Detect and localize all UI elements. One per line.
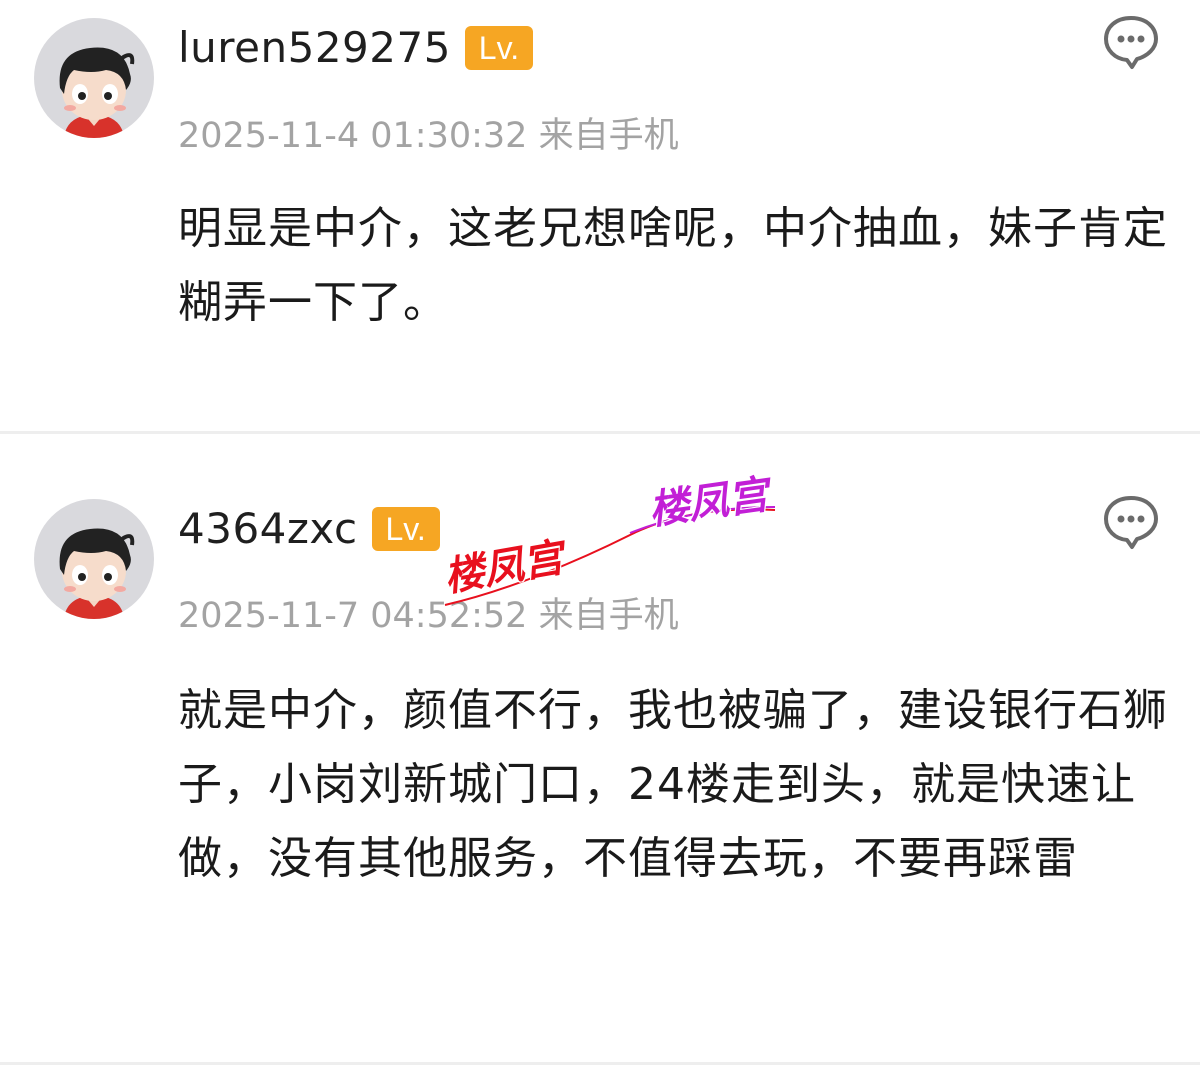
comment-timestamp: 2025-11-4 01:30:32 来自手机 (178, 116, 679, 156)
comment-bubble-icon (1104, 496, 1158, 549)
avatar[interactable] (34, 499, 154, 619)
comment-timestamp: 2025-11-7 04:52:52 来自手机 (178, 596, 679, 636)
reply-button[interactable] (1102, 494, 1160, 550)
comment-text: 就是中介，颜值不行，我也被骗了，建设银行石狮子，小岗刘新城门口，24楼走到头，就… (178, 685, 1168, 884)
avatar-icon (34, 18, 154, 138)
username[interactable]: 4364zxc (178, 504, 358, 554)
avatar-icon (34, 499, 154, 619)
level-badge: Lv. (464, 26, 533, 70)
username[interactable]: luren529275 (178, 23, 451, 73)
divider (0, 1062, 1200, 1065)
user-row: luren529275 Lv. (178, 23, 533, 73)
comment-item: 4364zxc Lv. 2025-11-7 04:52:52 来自手机 就是中介… (0, 434, 1200, 1064)
level-badge: Lv. (371, 507, 440, 551)
comment-item: luren529275 Lv. 2025-11-4 01:30:32 来自手机 … (0, 0, 1200, 432)
reply-button[interactable] (1102, 14, 1160, 70)
comment-text: 明显是中介，这老兄想啥呢，中介抽血，妹子肯定糊弄一下了。 (178, 203, 1168, 328)
avatar[interactable] (34, 18, 154, 138)
comment-bubble-icon (1104, 16, 1158, 69)
user-row: 4364zxc Lv. (178, 504, 440, 554)
